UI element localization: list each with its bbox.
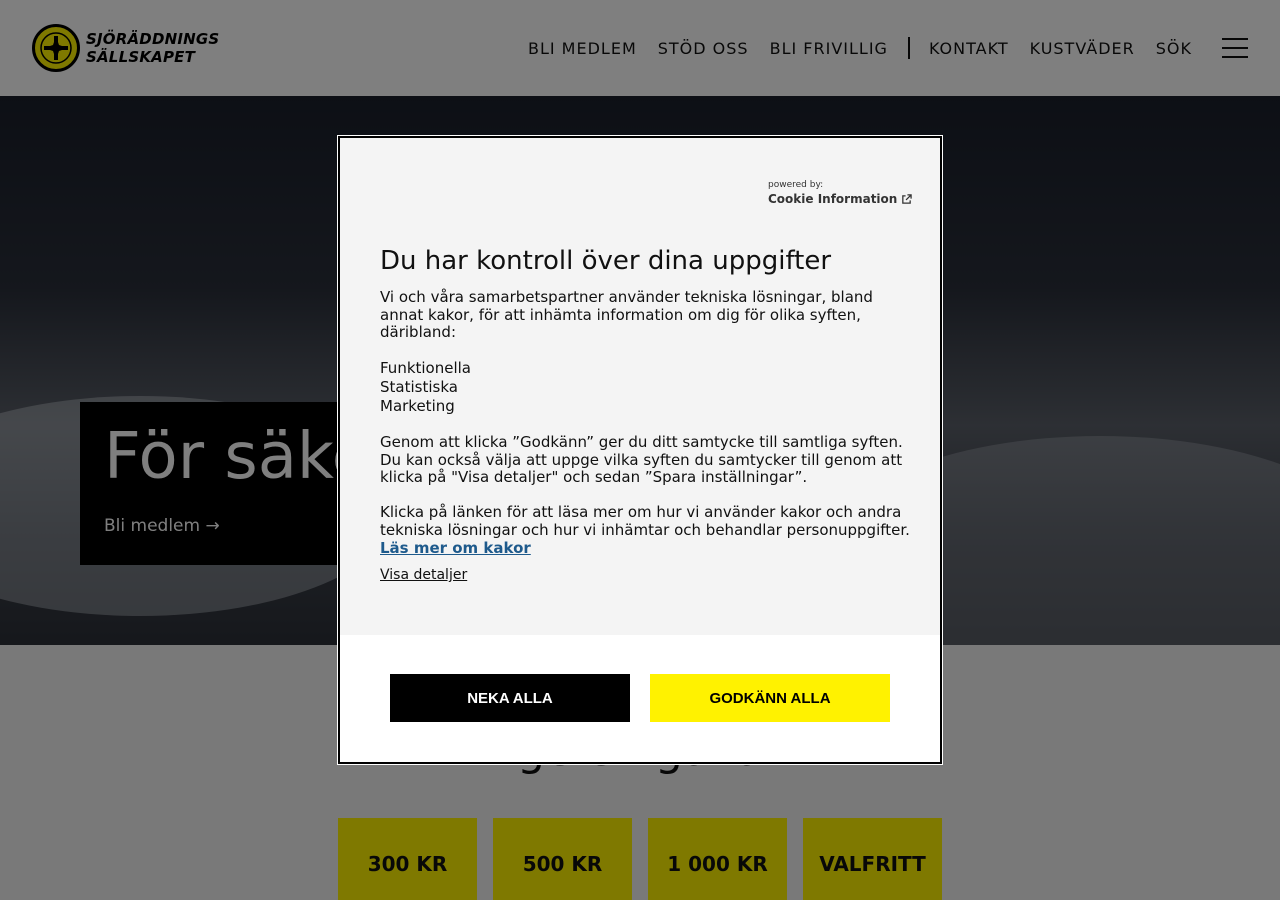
read-more-cookies-link[interactable]: Läs mer om kakor: [380, 539, 531, 557]
purpose-item: Funktionella: [380, 359, 471, 377]
powered-by: powered by: Cookie Information: [768, 180, 913, 207]
cookie-information-link[interactable]: Cookie Information: [768, 191, 913, 207]
accept-all-button[interactable]: GODKÄNN ALLA: [650, 674, 890, 722]
purpose-item: Statistiska: [380, 378, 458, 396]
powered-by-label: powered by:: [768, 180, 824, 190]
cookie-purpose-list: Funktionella Statistiska Marketing: [380, 359, 910, 416]
show-details-link[interactable]: Visa detaljer: [380, 567, 467, 583]
deny-all-button[interactable]: NEKA ALLA: [390, 674, 630, 722]
cookie-info-text: Klicka på länken för att läsa mer om hur…: [380, 503, 910, 539]
cookie-information-label: Cookie Information: [768, 192, 898, 206]
cookie-consent-dialog: powered by: Cookie Information Du har ko…: [338, 136, 942, 764]
external-link-icon: [902, 193, 913, 204]
cookie-consent-text: Genom att klicka ”Godkänn” ger du ditt s…: [380, 433, 903, 487]
cookie-dialog-body: powered by: Cookie Information Du har ko…: [340, 138, 940, 635]
cookie-intro-text: Vi och våra samarbetspartner använder te…: [380, 288, 873, 342]
purpose-item: Marketing: [380, 397, 455, 415]
cookie-dialog-title: Du har kontroll över dina uppgifter: [380, 246, 832, 276]
